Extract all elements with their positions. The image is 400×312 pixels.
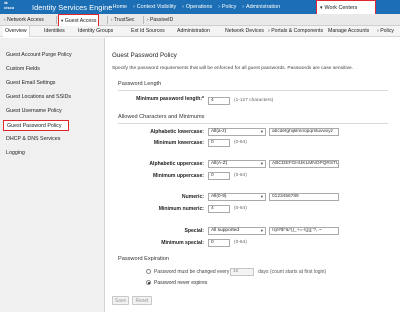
chevron-down-icon: ▾	[260, 129, 263, 134]
product-name: Identity Services Engine	[32, 3, 113, 12]
tertiary-tabs: Overview Identities Identity Groups Ext …	[0, 26, 400, 37]
sidebar-item-dhcp-dns[interactable]: DHCP & DNS Services	[6, 136, 60, 142]
chevron-right-icon: ›	[4, 17, 6, 22]
min-length-hint: (1-127 characters)	[234, 98, 274, 103]
tab-administration[interactable]: Administration	[177, 26, 210, 37]
chevron-down-icon: ▾	[260, 194, 263, 199]
sidebar-item-logging[interactable]: Logging	[6, 150, 25, 156]
tab-portals-components[interactable]: › Portals & Components	[268, 26, 323, 37]
special-label: Special:	[184, 228, 204, 234]
min-numeric-hint: (0-64)	[234, 206, 247, 211]
chevron-right-icon: ›	[109, 4, 111, 10]
chevron-right-icon: ›	[133, 4, 135, 10]
nav-policy[interactable]: › Policy	[215, 0, 239, 14]
sidebar-item-username-policy[interactable]: Guest Username Policy	[6, 108, 62, 114]
chevron-right-icon: ›	[182, 4, 184, 10]
chevron-down-icon: ▾	[260, 228, 263, 233]
min-length-label: Minimum password length:*	[136, 96, 204, 102]
chevron-right-icon: ›	[218, 4, 220, 10]
tab-policy[interactable]: › Policy	[377, 26, 394, 37]
min-uppercase-hint: (0-64)	[234, 173, 247, 178]
tab-identity-groups[interactable]: Identity Groups	[78, 26, 113, 37]
uppercase-select[interactable]: All(A-Z) ▾	[208, 160, 266, 168]
expire-radio[interactable]	[146, 269, 151, 274]
sidebar-item-password-policy[interactable]: Guest Password Policy	[3, 120, 69, 131]
nav-home[interactable]: › Home	[106, 0, 130, 14]
tab-passiveid[interactable]: › PassiveID	[147, 14, 173, 25]
chevron-right-icon: ›	[147, 17, 149, 22]
page-description: Specify the password requirements that w…	[112, 66, 354, 71]
tab-guest-access[interactable]: ▾ Guest Access	[58, 14, 100, 26]
tab-identities[interactable]: Identities	[44, 26, 65, 37]
expire-option-label: Password must be changed every	[154, 269, 230, 275]
expire-days-field[interactable]: 10	[230, 268, 254, 276]
uppercase-chars-field[interactable]: ABCDEFGHIJKLMNOPQRSTUVWXYZ	[269, 160, 339, 168]
tab-trustsec[interactable]: › TrustSec	[111, 14, 134, 25]
min-numeric-field[interactable]: 4	[208, 205, 230, 213]
page-title: Guest Password Policy	[112, 52, 177, 59]
min-length-field[interactable]: 4	[208, 97, 230, 105]
tab-manage-accounts[interactable]: Manage Accounts	[328, 26, 369, 37]
reset-button[interactable]: Reset	[132, 296, 152, 305]
divider	[107, 16, 108, 24]
divider	[118, 90, 388, 91]
special-chars-field[interactable]: !@#$^&*()_+=-\{}[];'?,.~	[269, 227, 339, 235]
divider	[118, 123, 388, 124]
uppercase-label: Alphabetic uppercase:	[149, 161, 204, 167]
sidebar-item-email-settings[interactable]: Guest Email Settings	[6, 80, 55, 86]
min-special-field[interactable]: 0	[208, 239, 230, 247]
top-nav: › Home › Context Visibility › Operations › P…	[106, 0, 376, 14]
nav-context-visibility[interactable]: › Context Visibility	[130, 0, 179, 14]
main-content: Guest Password Policy Specify the passwo…	[106, 38, 400, 312]
special-select[interactable]: All supported ▾	[208, 227, 266, 235]
nav-work-centers[interactable]: ▾ Work Centers	[316, 0, 376, 14]
lowercase-chars-field[interactable]: abcdefghijklmnopqrstuvwxyz	[269, 128, 339, 136]
section-password-length: Password Length	[118, 81, 162, 87]
numeric-chars-field[interactable]: 0123456789	[269, 193, 339, 201]
sidebar-item-custom-fields[interactable]: Custom Fields	[6, 66, 40, 72]
top-header: ılıılı cisco Identity Services Engine › H…	[0, 0, 400, 14]
chevron-right-icon: ›	[268, 28, 270, 34]
min-lowercase-field[interactable]: 0	[208, 139, 230, 147]
lowercase-select[interactable]: All(a-z) ▾	[208, 128, 266, 136]
tab-overview[interactable]: Overview	[3, 26, 30, 37]
sidebar-item-locations-ssids[interactable]: Guest Locations and SSIDs	[6, 94, 71, 100]
divider	[56, 16, 57, 24]
numeric-label: Numeric:	[181, 194, 204, 200]
chevron-down-icon: ▾	[61, 18, 64, 23]
section-allowed-characters: Allowed Characters and Minimums	[118, 114, 205, 120]
nav-administration[interactable]: › Administration	[239, 0, 283, 14]
secondary-tabs: › Network Access ▾ Guest Access › TrustS…	[0, 14, 400, 26]
expire-days-suffix: days (count starts at first login)	[258, 269, 327, 275]
settings-sidebar: Guest Account Purge Policy Custom Fields…	[0, 38, 105, 312]
save-button[interactable]: Save	[112, 296, 129, 305]
nav-operations[interactable]: › Operations	[179, 0, 215, 14]
never-expire-label: Password never expires	[154, 280, 208, 286]
tab-ext-id-sources[interactable]: Ext Id Sources	[131, 26, 165, 37]
chevron-right-icon: ›	[377, 28, 379, 34]
never-expire-radio[interactable]	[146, 280, 151, 285]
chevron-right-icon: ›	[242, 4, 244, 10]
min-numeric-label: Minimum numeric:	[158, 206, 204, 212]
min-uppercase-field[interactable]: 0	[208, 172, 230, 180]
tab-network-devices[interactable]: Network Devices	[225, 26, 264, 37]
cisco-logo: ılıılı cisco	[4, 0, 15, 11]
section-password-expiration: Password Expiration	[118, 256, 169, 262]
chevron-down-icon: ▾	[320, 4, 323, 11]
tab-network-access[interactable]: › Network Access	[4, 14, 44, 25]
min-uppercase-label: Minimum uppercase:	[153, 173, 204, 179]
min-lowercase-hint: (0-64)	[234, 140, 247, 145]
min-special-hint: (0-64)	[234, 240, 247, 245]
lowercase-label: Alphabetic lowercase:	[150, 129, 204, 135]
sidebar-item-purge-policy[interactable]: Guest Account Purge Policy	[6, 52, 72, 58]
min-special-label: Minimum special:	[161, 240, 204, 246]
min-lowercase-label: Minimum lowercase:	[153, 140, 204, 146]
divider	[143, 16, 144, 24]
numeric-select[interactable]: All(0-9) ▾	[208, 193, 266, 201]
chevron-right-icon: ›	[111, 17, 113, 22]
chevron-down-icon: ▾	[260, 161, 263, 166]
